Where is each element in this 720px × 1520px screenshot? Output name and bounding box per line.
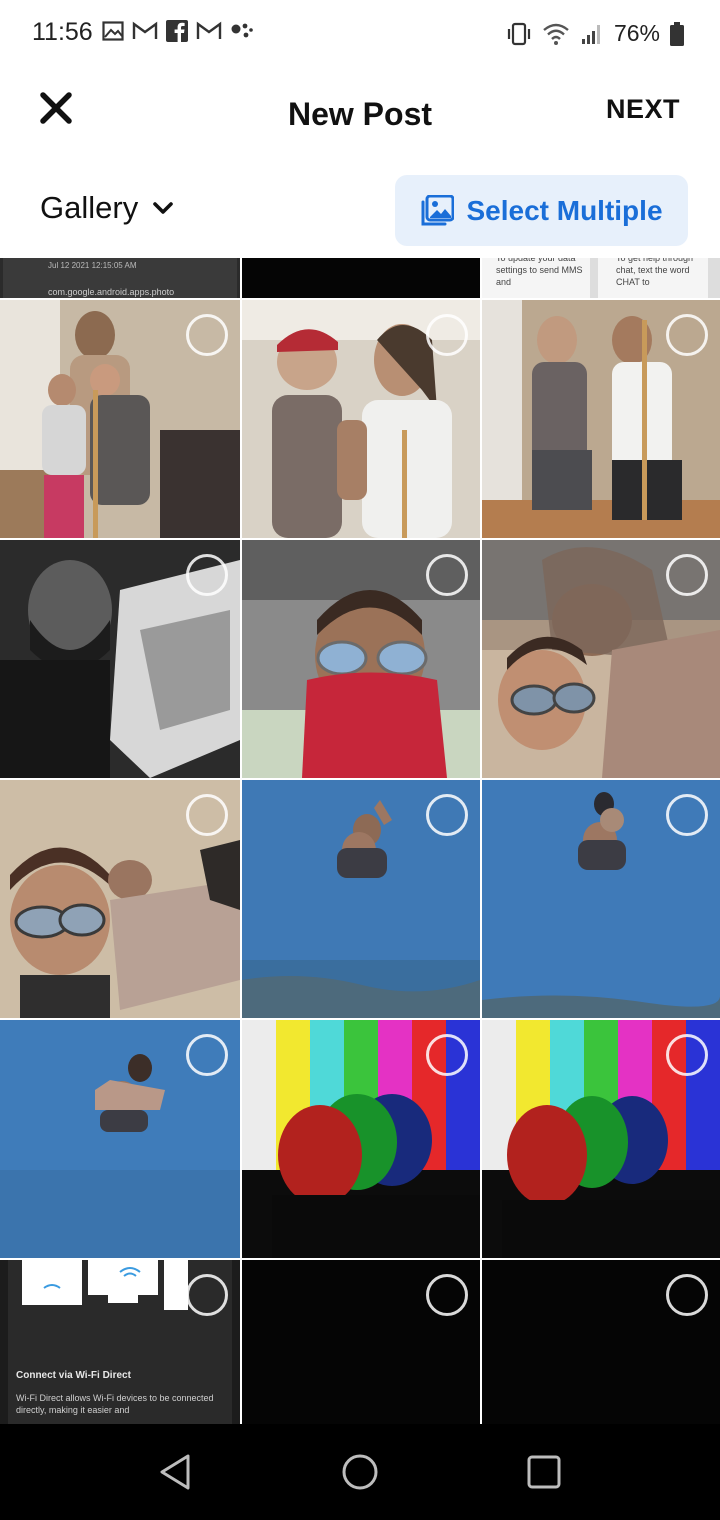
- more-notifications-icon: [231, 23, 253, 38]
- battery-percent: 76%: [613, 20, 660, 46]
- photo-tile[interactable]: To update your data settings to send MMS…: [482, 258, 720, 298]
- back-button[interactable]: [154, 1450, 198, 1494]
- thumbnail-text: To get help through chat, text the word …: [616, 258, 694, 287]
- select-circle[interactable]: [426, 554, 468, 596]
- select-circle[interactable]: [666, 314, 708, 356]
- gmail-icon: [196, 21, 222, 39]
- album-dropdown[interactable]: Gallery: [40, 190, 174, 226]
- photo-tile[interactable]: Jul 12 2021 12:15:05 AM com.google.andro…: [0, 258, 240, 298]
- select-circle[interactable]: [186, 1274, 228, 1316]
- facebook-icon: [166, 20, 188, 42]
- thumbnail-text: To update your data settings to send MMS…: [496, 258, 583, 287]
- gmail-icon: [132, 21, 158, 39]
- thumbnail-body: Wi-Fi Direct allows Wi-Fi devices to be …: [16, 1393, 214, 1415]
- vibrate-icon: [507, 22, 531, 45]
- gallery-notification-icon: [102, 21, 124, 41]
- photo-tile[interactable]: [0, 300, 240, 538]
- status-bar: 11:56 76%: [0, 0, 720, 68]
- photo-tile[interactable]: [242, 1260, 480, 1424]
- photo-tile[interactable]: [242, 780, 480, 1018]
- photo-tile[interactable]: [0, 1020, 240, 1258]
- status-time: 11:56: [32, 18, 93, 46]
- select-circle[interactable]: [666, 794, 708, 836]
- select-circle[interactable]: [666, 1274, 708, 1316]
- photo-tile[interactable]: [482, 540, 720, 778]
- select-circle[interactable]: [426, 1034, 468, 1076]
- thumbnail-date: Jul 12 2021 12:15:05 AM: [48, 261, 137, 270]
- select-circle[interactable]: [426, 314, 468, 356]
- multiple-photos-icon: [421, 194, 455, 225]
- thumbnail-caption: com.google.android.apps.photo: [48, 287, 175, 297]
- select-circle[interactable]: [426, 794, 468, 836]
- header: New Post NEXT: [0, 68, 720, 168]
- photo-tile[interactable]: [482, 780, 720, 1018]
- toolbar: Gallery Select Multiple: [0, 168, 720, 258]
- select-circle[interactable]: [426, 1274, 468, 1316]
- select-circle[interactable]: [186, 794, 228, 836]
- select-circle[interactable]: [666, 554, 708, 596]
- photo-tile[interactable]: [0, 540, 240, 778]
- home-button[interactable]: [338, 1450, 382, 1494]
- dark-photo-thumbnail: [242, 258, 480, 298]
- recents-square-icon: [527, 1455, 561, 1489]
- home-circle-icon: [342, 1454, 378, 1490]
- photo-tile[interactable]: [242, 540, 480, 778]
- navigation-bar: [0, 1424, 720, 1520]
- next-button[interactable]: NEXT: [606, 94, 680, 125]
- signal-icon: [581, 24, 600, 44]
- chevron-down-icon: [153, 202, 174, 214]
- photo-grid[interactable]: Jul 12 2021 12:15:05 AM com.google.andro…: [0, 258, 720, 1424]
- select-circle[interactable]: [186, 554, 228, 596]
- photo-tile[interactable]: [242, 258, 480, 298]
- recents-button[interactable]: [522, 1450, 566, 1494]
- album-label: Gallery: [40, 190, 139, 225]
- thumbnail-heading: Connect via Wi-Fi Direct: [16, 1370, 131, 1381]
- battery-icon: [670, 21, 684, 46]
- notification-icons: [102, 20, 254, 42]
- photo-tile[interactable]: [242, 1020, 480, 1258]
- wifi-icon: [543, 23, 569, 45]
- photo-tile[interactable]: Connect via Wi-Fi Direct Wi-Fi Direct al…: [0, 1260, 240, 1424]
- select-multiple-label: Select Multiple: [466, 194, 663, 226]
- photo-tile[interactable]: [482, 300, 720, 538]
- select-circle[interactable]: [666, 1034, 708, 1076]
- photo-tile[interactable]: [242, 300, 480, 538]
- photo-tile[interactable]: [0, 780, 240, 1018]
- select-multiple-button[interactable]: Select Multiple: [395, 175, 688, 246]
- system-icons: 76%: [506, 20, 684, 47]
- photo-tile[interactable]: [482, 1260, 720, 1424]
- select-circle[interactable]: [186, 314, 228, 356]
- photo-tile[interactable]: [482, 1020, 720, 1258]
- back-triangle-icon: [160, 1454, 190, 1490]
- select-circle[interactable]: [186, 1034, 228, 1076]
